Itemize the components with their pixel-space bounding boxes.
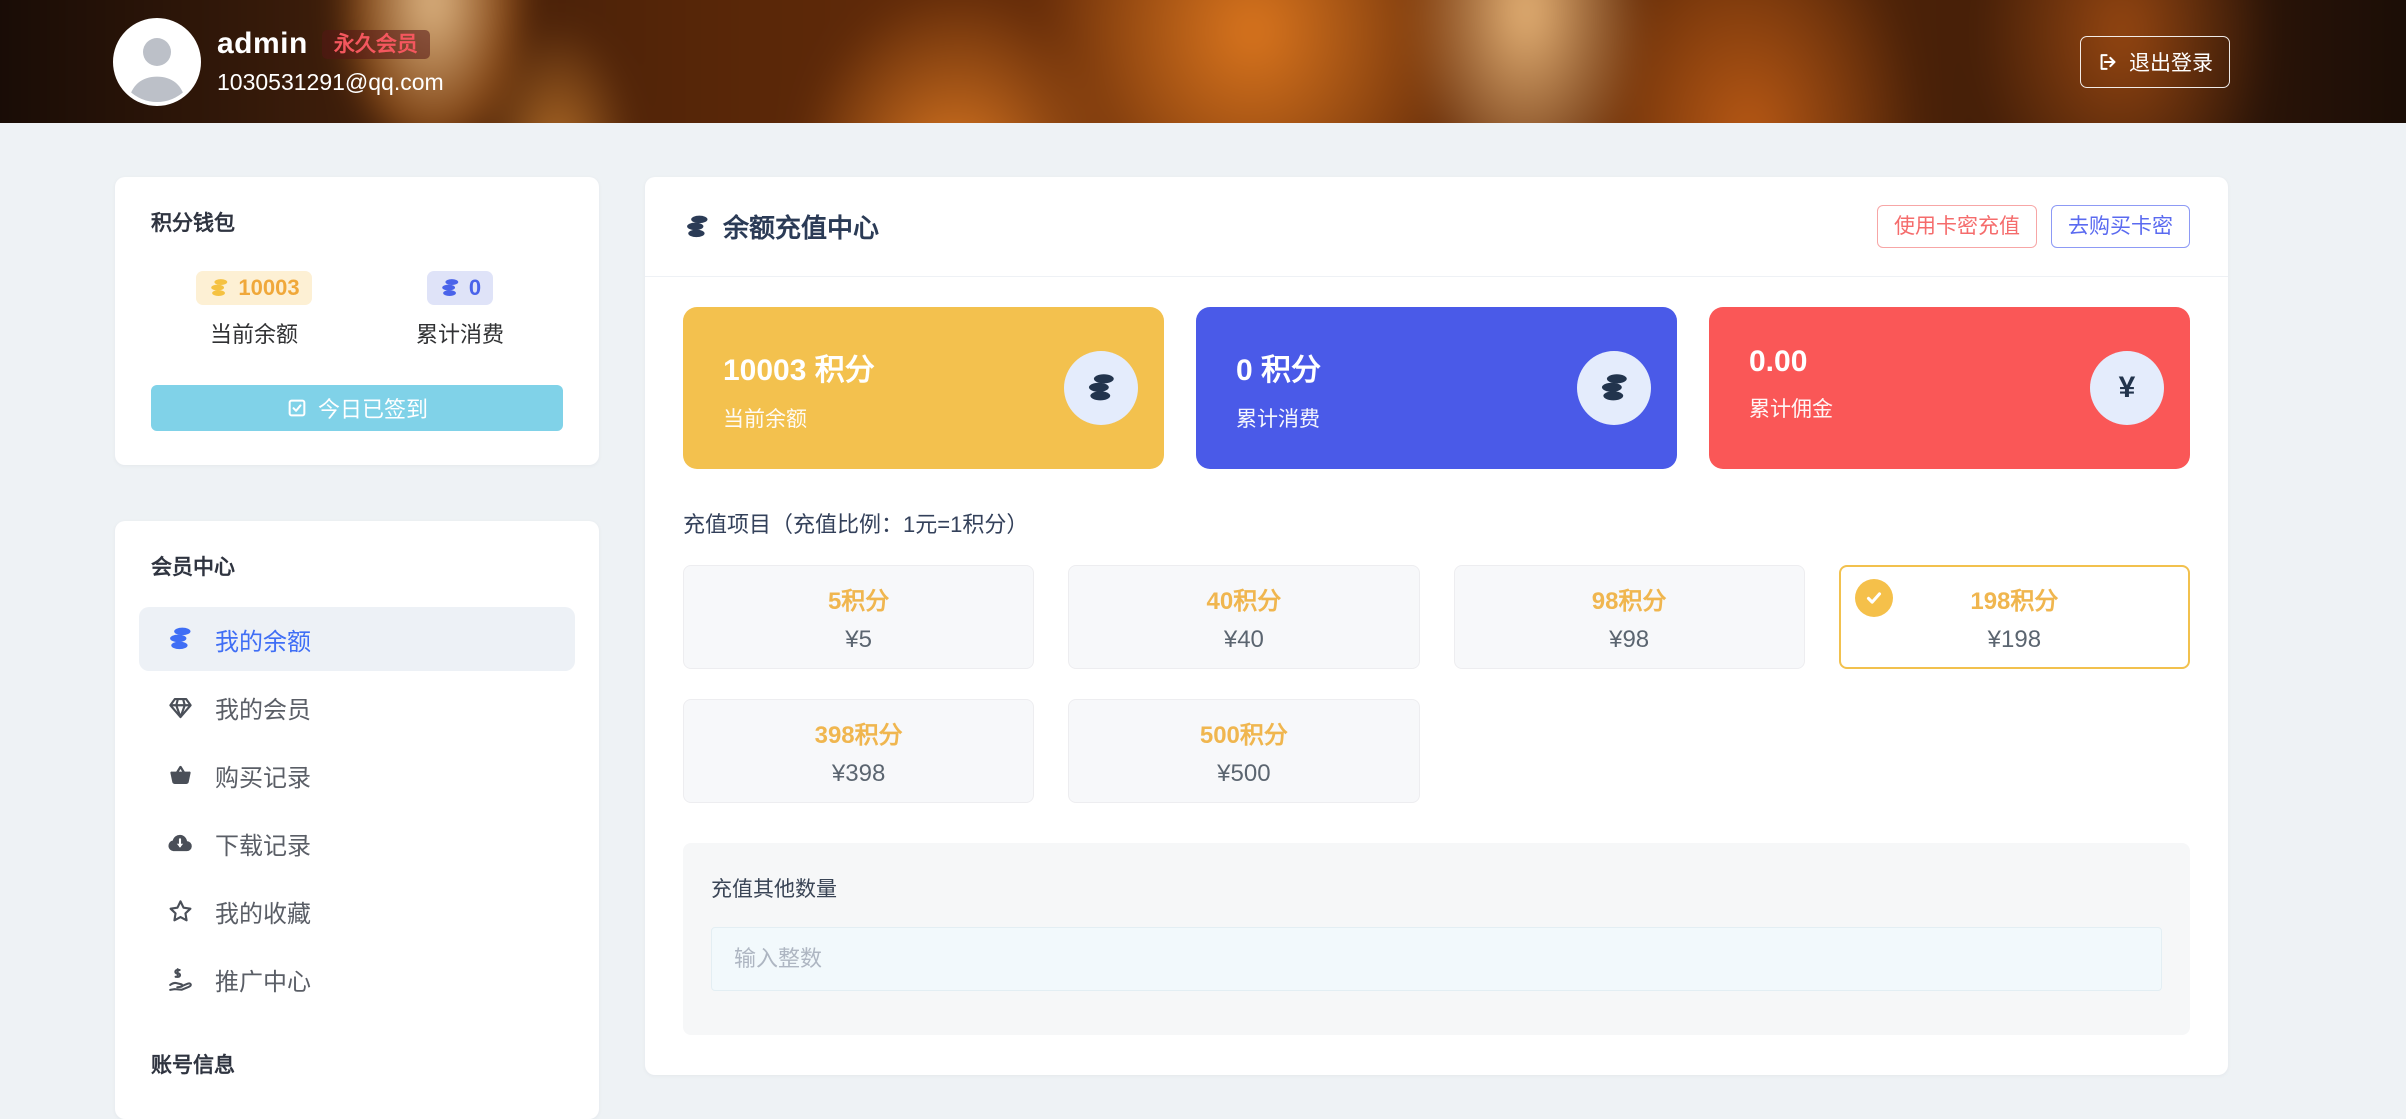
balance-pill: 10003	[196, 271, 311, 305]
stat-value: 0.00	[1749, 345, 2150, 379]
stat-card-consumed: 0 积分 累计消费	[1196, 307, 1677, 469]
option-points: 40积分	[1207, 581, 1282, 616]
option-points: 500积分	[1200, 715, 1288, 750]
sidebar-item-download-history[interactable]: 下载记录	[139, 811, 575, 875]
coins-icon	[208, 277, 230, 299]
sidebar-item-my-favorites[interactable]: 我的收藏	[139, 879, 575, 943]
other-amount-input[interactable]	[711, 927, 2162, 991]
panel-header: 余额充值中心 使用卡密充值 去购买卡密	[645, 177, 2228, 277]
cloud-download-icon	[165, 829, 195, 857]
yen-icon: ¥	[2090, 351, 2164, 425]
hand-dollar-icon	[165, 966, 195, 993]
sidebar-item-label: 推广中心	[215, 962, 311, 997]
stat-card-balance: 10003 积分 当前余额	[683, 307, 1164, 469]
logout-button[interactable]: 退出登录	[2080, 36, 2230, 88]
sidebar-item-my-balance[interactable]: 我的余额	[139, 607, 575, 671]
option-price: ¥500	[1217, 760, 1270, 788]
consumed-label: 累计消费	[357, 317, 563, 349]
sidebar-item-label: 我的会员	[215, 690, 311, 725]
wallet-stats: 10003 当前余额 0	[151, 271, 563, 349]
recharge-option-198-selected[interactable]: 198积分 ¥198	[1839, 565, 2190, 669]
panel-title-label: 余额充值中心	[723, 208, 879, 245]
wallet-stat-consumed: 0 累计消费	[357, 271, 563, 349]
user-info: admin 永久会员 1030531291@qq.com	[113, 18, 444, 106]
wallet-card: 积分钱包 10003 当前余额	[115, 177, 599, 465]
option-price: ¥98	[1609, 626, 1649, 654]
stat-cards: 10003 积分 当前余额 0 积分 累计消费	[683, 307, 2190, 469]
person-icon	[117, 22, 197, 102]
star-icon	[165, 898, 195, 925]
coins-icon	[1577, 351, 1651, 425]
header: admin 永久会员 1030531291@qq.com 退出登录	[0, 0, 2406, 123]
balance-value: 10003	[238, 277, 299, 299]
sidebar-item-label: 下载记录	[215, 826, 311, 861]
recharge-option-40[interactable]: 40积分 ¥40	[1068, 565, 1419, 669]
recharge-options: 5积分 ¥5 40积分 ¥40 98积分 ¥98	[683, 565, 2190, 803]
stat-label: 累计消费	[1236, 403, 1637, 433]
stat-card-commission: 0.00 累计佣金 ¥	[1709, 307, 2190, 469]
option-price: ¥198	[1988, 626, 2041, 654]
gem-icon	[165, 694, 195, 721]
stat-label: 累计佣金	[1749, 393, 2150, 423]
content: 积分钱包 10003 当前余额	[0, 123, 2406, 1119]
option-points: 398积分	[815, 715, 903, 750]
coins-icon	[1064, 351, 1138, 425]
member-title: 会员中心	[139, 551, 575, 581]
signin-button[interactable]: 今日已签到	[151, 385, 563, 431]
option-points: 198积分	[1970, 581, 2058, 616]
recharge-option-398[interactable]: 398积分 ¥398	[683, 699, 1034, 803]
signin-label: 今日已签到	[318, 392, 428, 424]
basket-icon	[165, 762, 195, 789]
logout-label: 退出登录	[2129, 47, 2213, 77]
coins-icon	[683, 213, 711, 241]
user-meta: admin 永久会员 1030531291@qq.com	[217, 27, 444, 96]
member-menu: 我的余额 我的会员	[139, 607, 575, 1011]
panel-title: 余额充值中心	[683, 208, 879, 245]
wallet-title: 积分钱包	[151, 207, 563, 237]
sidebar: 积分钱包 10003 当前余额	[115, 177, 599, 1119]
coins-icon	[439, 277, 461, 299]
sidebar-item-label: 我的余额	[215, 622, 311, 657]
user-email: 1030531291@qq.com	[217, 69, 444, 96]
username: admin	[217, 27, 308, 61]
other-amount-label: 充值其他数量	[711, 873, 2162, 903]
recharge-option-500[interactable]: 500积分 ¥500	[1068, 699, 1419, 803]
sidebar-item-label: 我的收藏	[215, 894, 311, 929]
avatar[interactable]	[113, 18, 201, 106]
option-price: ¥40	[1224, 626, 1264, 654]
option-points: 98积分	[1592, 581, 1667, 616]
sidebar-item-my-membership[interactable]: 我的会员	[139, 675, 575, 739]
check-square-icon	[286, 397, 308, 419]
buy-card-button[interactable]: 去购买卡密	[2051, 205, 2190, 248]
sign-out-icon	[2097, 51, 2119, 73]
recharge-section-title: 充值项目（充值比例：1元=1积分）	[683, 507, 2190, 539]
panel-actions: 使用卡密充值 去购买卡密	[1877, 205, 2190, 248]
balance-label: 当前余额	[151, 317, 357, 349]
account-section-title: 账号信息	[139, 1049, 575, 1079]
sidebar-item-promotion-center[interactable]: 推广中心	[139, 947, 575, 1011]
consumed-value: 0	[469, 277, 481, 299]
option-price: ¥5	[845, 626, 872, 654]
consumed-pill: 0	[427, 271, 493, 305]
panel-body: 10003 积分 当前余额 0 积分 累计消费	[645, 277, 2228, 1075]
sidebar-item-purchase-history[interactable]: 购买记录	[139, 743, 575, 807]
vip-badge: 永久会员	[322, 30, 430, 59]
recharge-option-98[interactable]: 98积分 ¥98	[1454, 565, 1805, 669]
member-card: 会员中心 我的余额	[115, 521, 599, 1119]
other-amount-box: 充值其他数量	[683, 843, 2190, 1035]
sidebar-item-label: 购买记录	[215, 758, 311, 793]
wallet-stat-balance: 10003 当前余额	[151, 271, 357, 349]
recharge-option-5[interactable]: 5积分 ¥5	[683, 565, 1034, 669]
coins-icon	[165, 625, 195, 653]
option-price: ¥398	[832, 760, 885, 788]
use-card-recharge-button[interactable]: 使用卡密充值	[1877, 205, 2037, 248]
option-points: 5积分	[828, 581, 889, 616]
stat-label: 当前余额	[723, 403, 1124, 433]
check-icon	[1855, 579, 1893, 617]
recharge-panel: 余额充值中心 使用卡密充值 去购买卡密 10003 积分 当前余额	[645, 177, 2228, 1075]
